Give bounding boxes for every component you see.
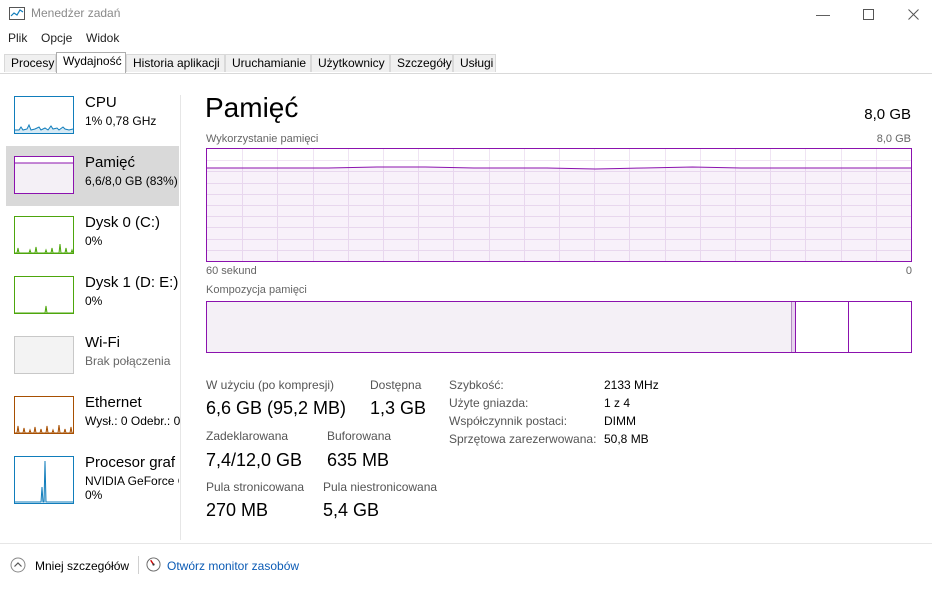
composition-free [848,302,911,352]
composition-label: Kompozycja pamięci [206,284,307,296]
tab-uzytkownicy[interactable]: Użytkownicy [311,54,390,72]
less-details-button[interactable]: Mniej szczegółów [35,559,129,573]
maximize-button[interactable] [845,0,891,28]
ethernet-sparkline [15,424,73,433]
graph-time-left: 60 sekund [206,265,257,277]
sidebar-item-cpu[interactable]: CPU 1% 0,78 GHz [6,92,179,152]
minimize-button[interactable]: — [800,0,846,28]
sidebar-item-label: Dysk 0 (C:) [85,214,160,231]
paged-pool-value: 270 MB [206,500,269,520]
close-icon [907,8,919,20]
sidebar-item-sublabel: NVIDIA GeForce G [85,474,179,488]
memory-total: 8,0 GB [864,106,911,123]
sidebar-item-gpu[interactable]: Procesor graf NVIDIA GeForce G 0% [6,452,179,520]
sidebar-item-disk-1[interactable]: Dysk 1 (D: E:) 0% [6,272,179,332]
sidebar-item-ethernet[interactable]: Ethernet Wysł.: 0 Odebr.: 0 [6,392,181,452]
footer-separator [138,556,139,574]
page-title: Pamięć [205,92,299,123]
committed-value: 7,4/12,0 GB [206,450,303,470]
composition-standby [795,302,849,352]
in-use-value: 6,6 GB (95,2 MB) [206,398,347,418]
sidebar-item-label: Pamięć [85,154,136,171]
cached-value: 635 MB [327,450,390,470]
minimize-icon: — [816,6,830,22]
footer-divider [0,543,932,544]
memory-usage-graph [206,148,912,262]
memory-composition-bar [206,301,912,353]
tab-procesy[interactable]: Procesy [4,54,56,72]
sidebar-item-wifi[interactable]: Wi-Fi Brak połączenia [6,332,179,392]
chevron-up-icon[interactable] [10,557,26,573]
sidebar-item-label: Wi-Fi [85,334,120,351]
cpu-thumbnail [14,96,74,134]
detail-slots-value: 1 z 4 [604,396,631,410]
gpu-thumbnail [14,456,74,504]
tab-wydajnosc[interactable]: Wydajność [56,52,126,73]
memory-usage-area [207,167,911,261]
detail-speed-key: Szybkość: [449,378,504,392]
paged-pool-label: Pula stronicowana [206,480,305,494]
sidebar-item-label: Ethernet [85,394,142,411]
resource-monitor-icon [146,557,161,572]
cpu-sparkline [15,123,73,133]
wifi-thumbnail [14,336,74,374]
detail-speed-value: 2133 MHz [604,378,659,392]
disk-1-sparkline [15,305,73,313]
open-resource-monitor-link[interactable]: Otwórz monitor zasobów [167,559,299,573]
sidebar-item-label: Dysk 1 (D: E:) [85,274,179,291]
memory-sparkline [15,162,73,193]
sidebar-item-sublabel: Wysł.: 0 Odebr.: 0 [85,414,181,428]
tab-uslugi[interactable]: Usługi [453,54,496,72]
sidebar-item-memory[interactable]: Pamięć 6,6/8,0 GB (83%) [6,146,179,206]
sidebar-divider [180,95,181,540]
sidebar-item-sublabel: 6,6/8,0 GB (83%) [85,174,178,188]
memory-usage-plot [207,149,911,261]
title-bar[interactable]: Menedżer zadań — [0,0,932,28]
sidebar-item-sublabel-2: 0% [85,488,103,502]
detail-hw-reserved-value: 50,8 MB [604,432,649,446]
available-label: Dostępna [370,378,422,392]
close-button[interactable] [890,0,932,28]
sidebar-item-label: CPU [85,94,117,111]
sidebar-item-label: Procesor graf [85,454,176,471]
sidebar-item-sublabel: 0% [85,294,103,308]
usage-graph-label: Wykorzystanie pamięci [206,133,319,145]
sidebar-item-sublabel: Brak połączenia [85,354,171,368]
composition-in-use [207,302,791,352]
detail-hw-reserved-key: Sprzętowa zarezerwowana: [449,432,597,446]
sidebar-item-sublabel: 0% [85,234,103,248]
menu-widok[interactable]: Widok [86,31,119,45]
usage-graph-max: 8,0 GB [876,133,911,145]
tab-historia-aplikacji[interactable]: Historia aplikacji [126,54,225,72]
available-value: 1,3 GB [370,398,427,418]
maximize-icon [862,8,874,20]
detail-form-factor-key: Współczynnik postaci: [449,414,568,428]
gpu-sparkline [15,460,73,503]
window-title: Menedżer zadań [31,6,121,20]
sidebar-item-disk-0[interactable]: Dysk 0 (C:) 0% [6,212,179,272]
menu-opcje[interactable]: Opcje [41,31,72,45]
in-use-label: W użyciu (po kompresji) [206,378,335,392]
sidebar-item-sublabel: 1% 0,78 GHz [85,114,157,128]
nonpaged-pool-value: 5,4 GB [323,500,380,520]
tab-uruchamianie[interactable]: Uruchamianie [225,54,311,72]
detail-slots-key: Użyte gniazda: [449,396,529,410]
menu-plik[interactable]: Plik [8,31,27,45]
detail-form-factor-value: DIMM [604,414,636,428]
cached-label: Buforowana [327,429,392,443]
committed-label: Zadeklarowana [206,429,289,443]
task-manager-icon [9,7,25,20]
disk-1-thumbnail [14,276,74,314]
memory-thumbnail [14,156,74,194]
disk-0-thumbnail [14,216,74,254]
ethernet-thumbnail [14,396,74,434]
nonpaged-pool-label: Pula niestronicowana [323,480,438,494]
graph-time-right: 0 [905,265,912,277]
tab-szczegoly[interactable]: Szczegóły [390,54,453,72]
disk-0-sparkline [15,243,73,253]
